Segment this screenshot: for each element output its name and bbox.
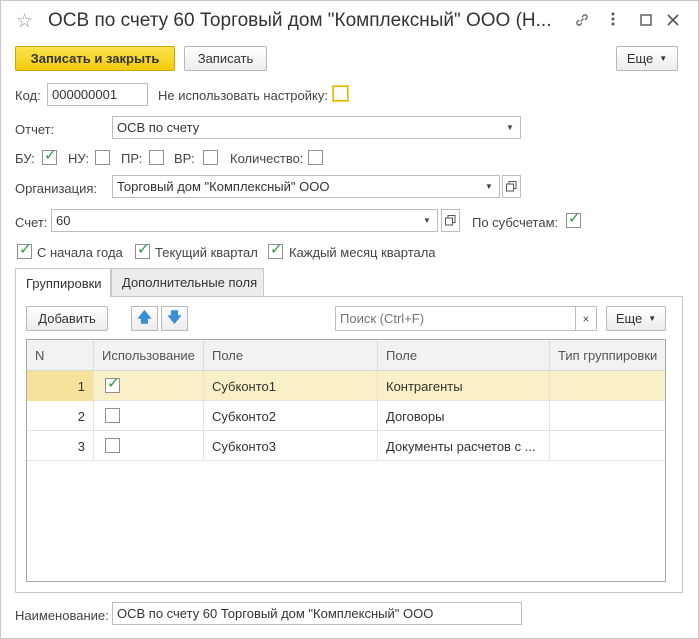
field-cell[interactable]: Субконто2 — [203, 401, 377, 431]
field-cell[interactable]: Субконто1 — [203, 371, 377, 401]
qty-label: Количество: — [230, 151, 304, 166]
checkmark-icon: ✓ — [107, 375, 120, 392]
checkmark-icon: ✓ — [270, 241, 283, 258]
each-month-label: Каждый месяц квартала — [289, 245, 436, 260]
current-quarter-label: Текущий квартал — [155, 245, 258, 260]
open-icon — [445, 215, 456, 226]
account-label: Счет: — [15, 215, 48, 230]
usage-checkbox[interactable] — [105, 408, 120, 423]
column-header-field[interactable]: Поле — [203, 340, 377, 371]
checkmark-icon: ✓ — [44, 147, 57, 164]
code-field[interactable]: 000000001 — [47, 83, 148, 106]
code-label: Код: — [15, 88, 41, 103]
checkmark-icon: ✓ — [568, 210, 581, 227]
table-row[interactable]: 3 Субконто3 Документы расчетов с ... — [27, 431, 665, 461]
more-label: Еще — [626, 51, 654, 66]
org-label: Организация: — [15, 181, 98, 196]
row-number: 1 — [27, 371, 93, 401]
more-icon[interactable] — [610, 10, 616, 32]
checkmark-icon: ✓ — [137, 241, 150, 258]
favorite-star-icon[interactable]: ☆ — [16, 10, 33, 33]
column-header-group-type[interactable]: Тип группировки — [549, 340, 665, 371]
subaccounts-label: По субсчетам: — [472, 215, 559, 230]
open-icon — [506, 181, 517, 192]
bu-label: БУ: — [15, 151, 35, 166]
bu-checkbox[interactable]: ✓ — [42, 147, 57, 165]
table-row[interactable]: 1 ✓ Субконто1 Контрагенты — [27, 371, 665, 401]
window-title: ОСВ по счету 60 Торговый дом "Комплексны… — [48, 10, 552, 31]
nu-checkbox[interactable] — [95, 150, 110, 165]
move-down-button[interactable]: 🡇 — [161, 306, 188, 331]
link-icon[interactable] — [574, 12, 590, 32]
search-input[interactable] — [335, 306, 576, 331]
org-open-button[interactable] — [502, 175, 521, 198]
checkmark-icon: ✓ — [19, 241, 32, 258]
each-month-checkbox[interactable]: ✓ — [268, 241, 283, 259]
vr-label: ВР: — [174, 151, 195, 166]
field-cell[interactable]: Субконто3 — [203, 431, 377, 461]
name-label: Наименование: — [15, 608, 109, 623]
usage-cell[interactable]: ✓ — [93, 371, 203, 401]
report-dropdown-button[interactable]: ▼ — [500, 116, 521, 139]
row-number: 3 — [77, 438, 85, 454]
more-menu-button[interactable]: Еще ▼ — [616, 46, 678, 71]
nu-label: НУ: — [68, 151, 89, 166]
report-field[interactable]: ОСВ по счету — [112, 116, 501, 139]
name-field[interactable]: ОСВ по счету 60 Торговый дом "Комплексны… — [112, 602, 522, 625]
usage-checkbox[interactable]: ✓ — [105, 375, 120, 393]
maximize-icon[interactable] — [640, 13, 652, 30]
report-label: Отчет: — [15, 122, 55, 137]
usage-cell[interactable] — [93, 401, 203, 431]
field2-cell[interactable]: Документы расчетов с ... — [377, 431, 549, 461]
usage-cell[interactable] — [93, 431, 203, 461]
move-up-button[interactable]: 🡅 — [131, 306, 158, 331]
chevron-down-icon: ▼ — [423, 216, 431, 225]
vr-checkbox[interactable] — [203, 150, 218, 165]
no-settings-label: Не использовать настройку: — [158, 88, 328, 103]
column-header-n[interactable]: N — [27, 340, 93, 371]
row-number: 2 — [77, 408, 85, 424]
account-dropdown-button[interactable]: ▼ — [417, 209, 438, 232]
chevron-down-icon: ▼ — [648, 314, 657, 323]
grouping-more-button[interactable]: Еще ▼ — [606, 306, 666, 331]
clear-icon: × — [582, 311, 590, 326]
group-type-cell[interactable] — [549, 401, 665, 431]
pr-label: ПР: — [121, 151, 143, 166]
account-field[interactable]: 60 — [51, 209, 418, 232]
group-type-cell[interactable] — [549, 371, 665, 401]
field2-cell[interactable]: Контрагенты — [377, 371, 549, 401]
pr-checkbox[interactable] — [149, 150, 164, 165]
qty-checkbox[interactable] — [308, 150, 323, 165]
arrow-down-icon: 🡇 — [167, 308, 182, 325]
org-dropdown-button[interactable]: ▼ — [479, 175, 500, 198]
arrow-up-icon: 🡅 — [137, 308, 152, 325]
tab-groupings[interactable]: Группировки — [15, 268, 111, 297]
chevron-down-icon: ▼ — [659, 54, 668, 63]
current-quarter-checkbox[interactable]: ✓ — [135, 241, 150, 259]
grouping-table: N Использование Поле Поле Тип группировк… — [26, 339, 666, 582]
clear-search-button[interactable]: × — [575, 306, 597, 331]
table-header: N Использование Поле Поле Тип группировк… — [27, 340, 665, 371]
save-button[interactable]: Записать — [184, 46, 267, 71]
more-label: Еще — [615, 311, 643, 326]
save-and-close-button[interactable]: Записать и закрыть — [15, 46, 175, 71]
chevron-down-icon: ▼ — [506, 123, 514, 132]
close-icon[interactable] — [667, 13, 679, 30]
subaccounts-checkbox[interactable]: ✓ — [566, 210, 581, 228]
add-button[interactable]: Добавить — [26, 306, 108, 331]
field2-cell[interactable]: Договоры — [377, 401, 549, 431]
no-settings-checkbox[interactable] — [333, 86, 348, 101]
from-year-start-checkbox[interactable]: ✓ — [17, 241, 32, 259]
from-year-start-label: С начала года — [37, 245, 123, 260]
column-header-field2[interactable]: Поле — [377, 340, 549, 371]
chevron-down-icon: ▼ — [485, 182, 493, 191]
table-row[interactable]: 2 Субконто2 Договоры — [27, 401, 665, 431]
group-type-cell[interactable] — [549, 431, 665, 461]
org-field[interactable]: Торговый дом "Комплексный" ООО — [112, 175, 480, 198]
column-header-usage[interactable]: Использование — [93, 340, 203, 371]
usage-checkbox[interactable] — [105, 438, 120, 453]
tab-additional-fields[interactable]: Дополнительные поля — [111, 268, 264, 296]
account-open-button[interactable] — [441, 209, 460, 232]
